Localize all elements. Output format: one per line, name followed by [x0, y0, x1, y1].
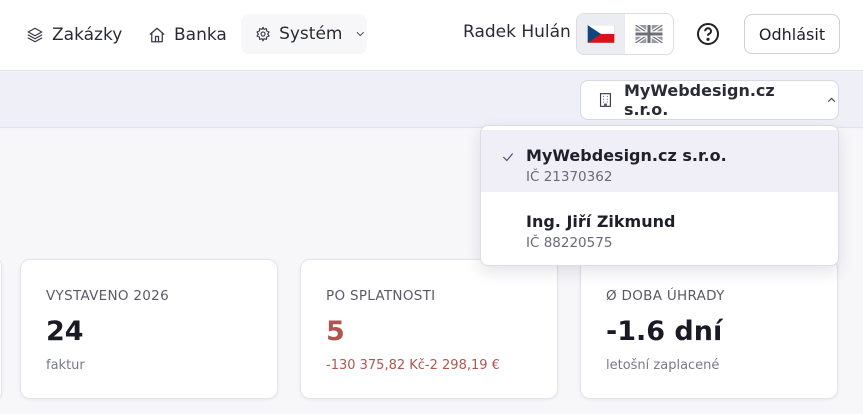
- uk-flag-icon: [635, 25, 663, 43]
- company-option-name: MyWebdesign.cz s.r.o.: [526, 146, 727, 165]
- help-button[interactable]: [696, 22, 720, 46]
- stat-sub: letošní zaplacené: [606, 358, 720, 373]
- stat-sub: -130 375,82 Kč-2 298,19 €: [326, 358, 500, 373]
- stat-card-overdue: PO SPLATNOSTI 5 -130 375,82 Kč-2 298,19 …: [300, 259, 558, 399]
- layers-icon: [27, 27, 43, 43]
- nav-item-banka[interactable]: Banka: [148, 22, 227, 48]
- language-switcher: [576, 13, 674, 55]
- home-icon: [149, 27, 165, 43]
- language-cs-button[interactable]: [577, 14, 625, 54]
- company-select-value: MyWebdesign.cz s.r.o.: [623, 81, 775, 119]
- stat-label: PO SPLATNOSTI: [326, 288, 436, 304]
- check-icon: [502, 153, 514, 162]
- gear-icon: [256, 26, 270, 42]
- user-name: Radek Hulán: [463, 22, 571, 42]
- nav-item-zakazky[interactable]: Zakázky: [26, 22, 122, 48]
- stat-label: VYSTAVENO 2026: [46, 288, 169, 304]
- chevron-up-icon: [827, 97, 836, 103]
- stat-sub: faktur: [46, 358, 85, 373]
- stat-card-payment-time: Ø DOBA ÚHRADY -1.6 dní letošní zaplacené: [580, 259, 838, 399]
- building-icon: [599, 93, 611, 107]
- company-select[interactable]: MyWebdesign.cz s.r.o.: [580, 80, 839, 120]
- company-option[interactable]: Ing. Jiří Zikmund IČ 88220575: [481, 196, 838, 258]
- nav-item-system[interactable]: Systém: [241, 14, 367, 54]
- nav-item-label: Banka: [174, 25, 227, 45]
- company-bar: MyWebdesign.cz s.r.o.: [0, 72, 863, 128]
- logout-button[interactable]: Odhlásit: [744, 14, 840, 54]
- company-option-name: Ing. Jiří Zikmund: [526, 212, 676, 231]
- top-navigation: Zakázky Banka Systém Radek Hulán Odhlási…: [0, 0, 863, 71]
- nav-item-label: Systém: [279, 24, 343, 44]
- question-circle-icon: [697, 23, 719, 45]
- chevron-down-icon: [357, 31, 365, 37]
- stat-value: 5: [326, 316, 345, 347]
- stat-value: 24: [46, 316, 84, 347]
- company-option[interactable]: MyWebdesign.cz s.r.o. IČ 21370362: [481, 130, 838, 192]
- czech-flag-icon: [587, 25, 615, 43]
- stat-label: Ø DOBA ÚHRADY: [606, 288, 725, 304]
- language-en-button[interactable]: [625, 14, 673, 54]
- stat-value: -1.6 dní: [606, 316, 723, 347]
- nav-item-label: Zakázky: [52, 25, 123, 45]
- company-option-ic: IČ 21370362: [526, 169, 613, 185]
- company-option-ic: IČ 88220575: [526, 235, 613, 251]
- stat-card-partial: [0, 259, 2, 399]
- stat-card-issued: VYSTAVENO 2026 24 faktur: [20, 259, 278, 399]
- company-dropdown: MyWebdesign.cz s.r.o. IČ 21370362 Ing. J…: [480, 125, 839, 266]
